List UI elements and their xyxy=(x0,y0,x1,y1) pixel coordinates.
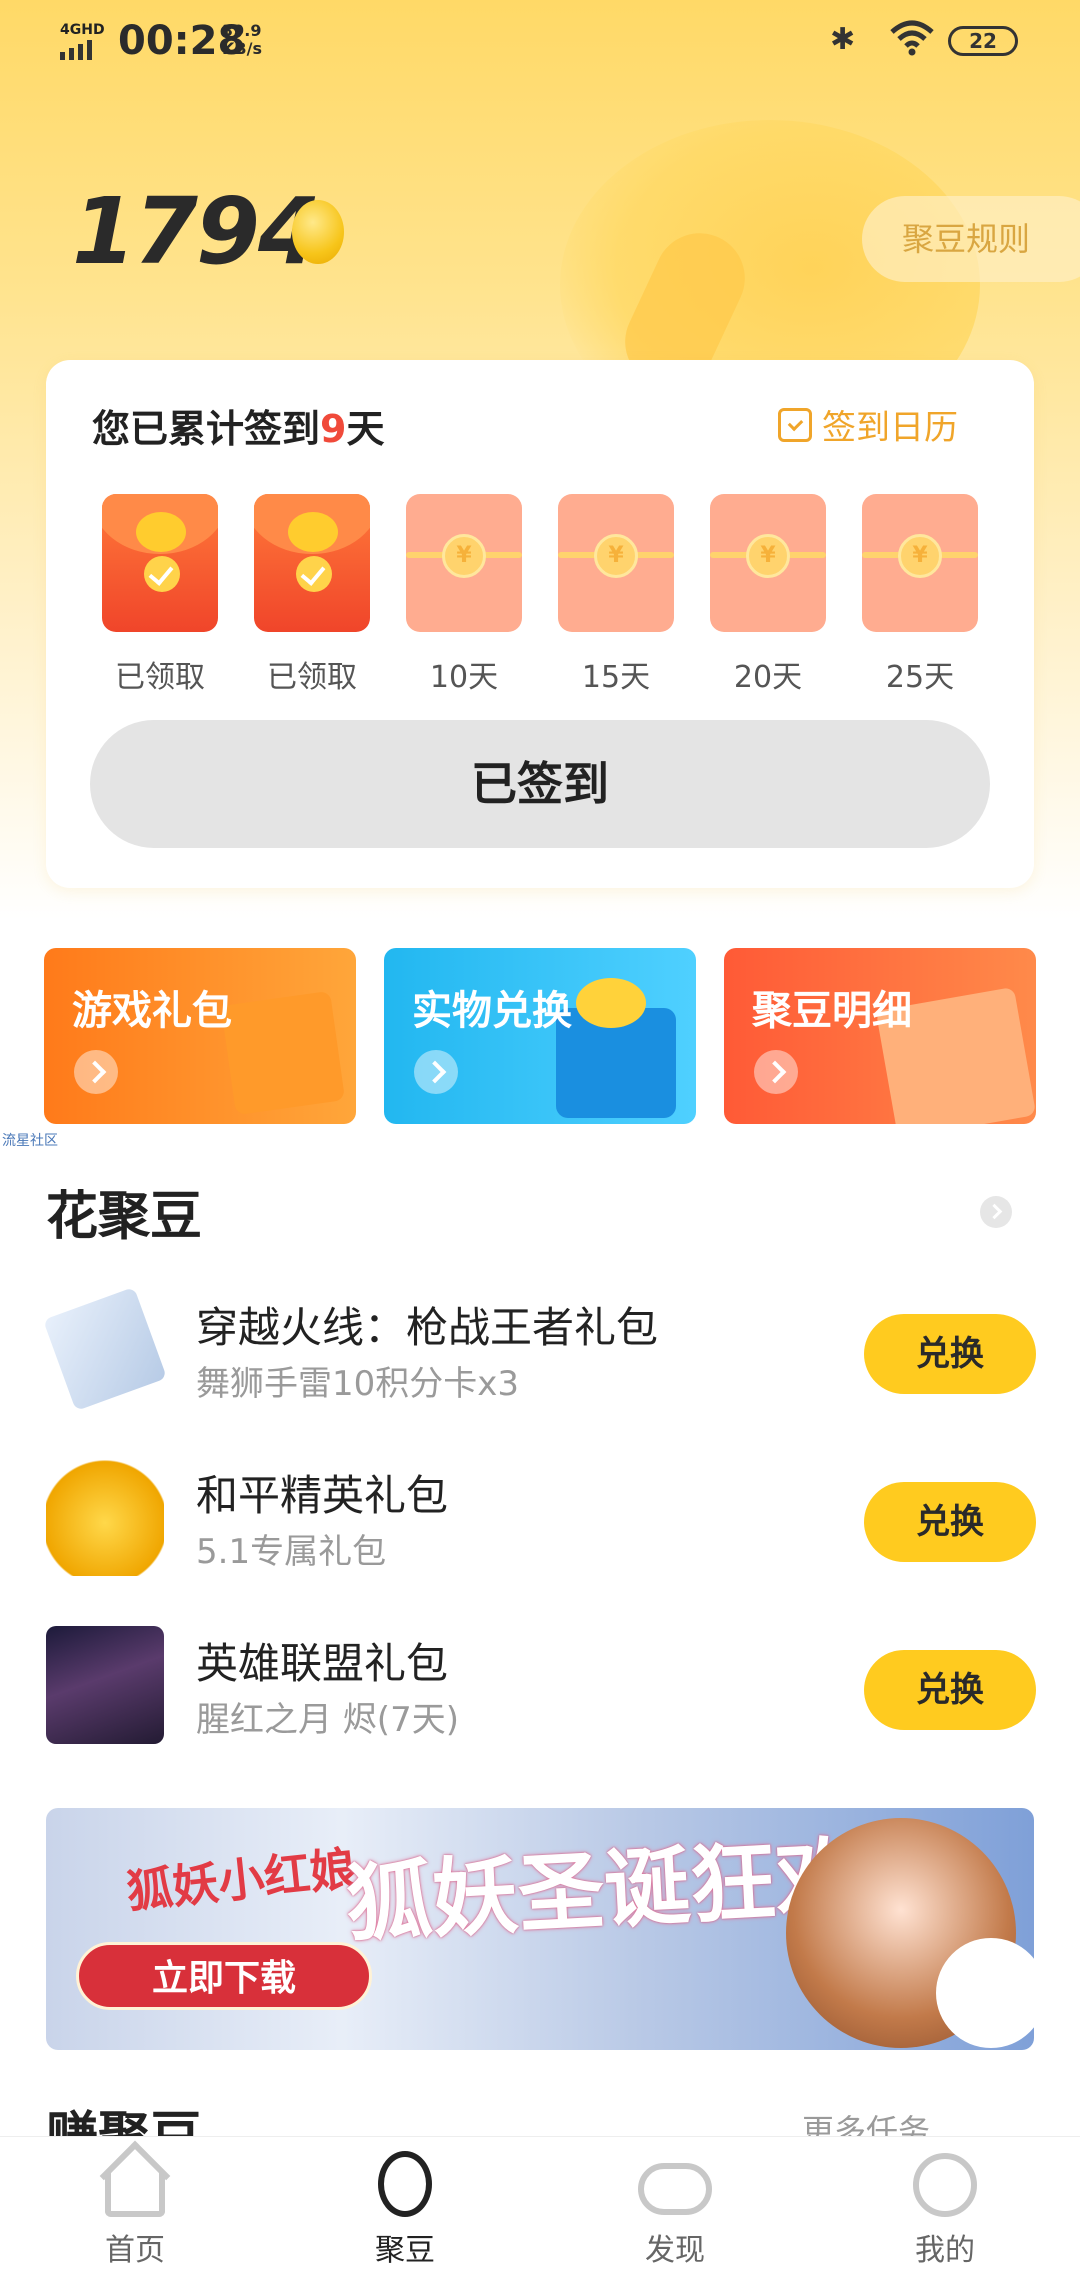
item-name: 穿越火线：枪战王者礼包 xyxy=(196,1303,659,1352)
reward-label: 已领取 xyxy=(115,660,205,695)
bean-icon xyxy=(378,2151,432,2217)
reward-envelope[interactable]: ¥ 20天 xyxy=(710,494,826,696)
quick-links: 游戏礼包 实物兑换 聚豆明细 xyxy=(44,948,1036,1124)
nav-profile[interactable]: 我的 xyxy=(810,2137,1080,2280)
nav-label: 发现 xyxy=(645,2233,705,2268)
item-desc: 腥红之月 烬(7天) xyxy=(196,1700,459,1740)
nav-beans[interactable]: 聚豆 xyxy=(270,2137,540,2280)
nav-label: 首页 xyxy=(105,2233,165,2268)
item-desc: 舞狮手雷10积分卡x3 xyxy=(196,1364,520,1404)
physical-exchange-card[interactable]: 实物兑换 xyxy=(384,948,696,1124)
calendar-link-label: 签到日历 xyxy=(822,408,958,448)
speed-unit: KB/s xyxy=(222,39,262,58)
bean-rules-button[interactable]: 聚豆规则 xyxy=(862,196,1080,282)
bluetooth-icon: ✱ xyxy=(830,22,856,57)
gift-box-icon xyxy=(220,990,346,1116)
pubg-gift-thumbnail xyxy=(46,1458,164,1576)
sign-in-card: 您已累计签到9天 签到日历 已领取 已领取 ¥ 10天 ¥ 15天 ¥ 20天 … xyxy=(46,360,1034,888)
sign-in-days: 9 xyxy=(320,407,347,451)
network-type: 4GHD xyxy=(60,22,105,38)
bean-pile-icon xyxy=(576,978,646,1028)
nav-home[interactable]: 首页 xyxy=(0,2137,270,2280)
gamepad-icon xyxy=(638,2163,712,2215)
quick-link-label: 游戏礼包 xyxy=(72,988,232,1034)
locked-envelope-icon: ¥ xyxy=(862,494,978,632)
signed-in-button[interactable]: 已签到 xyxy=(90,720,990,848)
speed-value: 39.9 xyxy=(222,21,262,40)
claimed-envelope-icon xyxy=(254,494,370,632)
exchange-button[interactable]: 兑换 xyxy=(864,1482,1036,1562)
reward-envelope[interactable]: ¥ 10天 xyxy=(406,494,522,696)
spend-section-title: 花聚豆 xyxy=(46,1187,203,1247)
arrow-right-icon xyxy=(74,1050,118,1094)
game-logo: 狐妖小红娘 xyxy=(124,1841,359,1919)
download-button[interactable]: 立即下载 xyxy=(76,1942,372,2010)
watermark: 流星社区 xyxy=(2,1133,58,1149)
bottom-navigation: 首页 聚豆 发现 我的 xyxy=(0,2136,1080,2280)
claimed-envelope-icon xyxy=(102,494,218,632)
reward-envelope[interactable]: ¥ 15天 xyxy=(558,494,674,696)
list-item[interactable]: 英雄联盟礼包 腥红之月 烬(7天) 兑换 xyxy=(46,1626,1036,1746)
nav-label: 我的 xyxy=(915,2233,975,2268)
quick-link-label: 实物兑换 xyxy=(412,988,572,1034)
locked-envelope-icon: ¥ xyxy=(558,494,674,632)
arrow-right-icon xyxy=(414,1050,458,1094)
nav-label: 聚豆 xyxy=(375,2233,435,2268)
cf-gift-thumbnail xyxy=(42,1286,168,1412)
home-icon xyxy=(105,2173,165,2217)
sign-in-calendar-link[interactable]: 签到日历 xyxy=(778,400,958,449)
reward-label: 20天 xyxy=(733,660,803,695)
chevron-right-icon[interactable] xyxy=(980,1196,1012,1228)
locked-envelope-icon: ¥ xyxy=(710,494,826,632)
item-name: 英雄联盟礼包 xyxy=(196,1639,449,1688)
quick-link-label: 聚豆明细 xyxy=(752,988,912,1034)
list-item[interactable]: 穿越火线：枪战王者礼包 舞狮手雷10积分卡x3 兑换 xyxy=(42,1286,1036,1412)
item-desc: 5.1专属礼包 xyxy=(196,1532,387,1572)
item-name: 和平精英礼包 xyxy=(196,1471,449,1520)
bean-coin-icon xyxy=(292,200,344,264)
nav-discover[interactable]: 发现 xyxy=(540,2137,810,2280)
reward-envelope[interactable]: ¥ 25天 xyxy=(862,494,978,696)
bean-balance: 1794 xyxy=(72,178,322,285)
profile-icon xyxy=(913,2153,977,2217)
lol-gift-thumbnail xyxy=(46,1626,164,1744)
locked-envelope-icon: ¥ xyxy=(406,494,522,632)
reward-label: 25天 xyxy=(885,660,955,695)
bean-details-card[interactable]: 聚豆明细 xyxy=(724,948,1036,1124)
battery-indicator: 22 xyxy=(948,26,1018,56)
reward-envelope[interactable]: 已领取 xyxy=(254,494,370,696)
promo-banner[interactable]: 狐妖小红娘 立即下载 狐妖圣诞狂欢日 xyxy=(46,1808,1034,2050)
signal-icon xyxy=(60,40,105,60)
status-bar: 4GHD 00:28 39.9 KB/s ✱ 22 xyxy=(0,0,1080,84)
reward-envelopes: 已领取 已领取 ¥ 10天 ¥ 15天 ¥ 20天 ¥ 25天 xyxy=(102,494,978,696)
reward-label: 已领取 xyxy=(267,660,357,695)
arrow-right-icon xyxy=(754,1050,798,1094)
network-speed: 39.9 KB/s xyxy=(222,22,262,58)
reward-label: 15天 xyxy=(581,660,651,695)
exchange-button[interactable]: 兑换 xyxy=(864,1314,1036,1394)
list-item[interactable]: 和平精英礼包 5.1专属礼包 兑换 xyxy=(46,1458,1036,1578)
calendar-check-icon xyxy=(778,407,812,442)
game-gift-card[interactable]: 游戏礼包 xyxy=(44,948,356,1124)
reward-label: 10天 xyxy=(429,660,499,695)
sign-in-summary: 您已累计签到9天 xyxy=(92,398,384,453)
summary-suffix: 天 xyxy=(346,407,385,451)
network-indicator: 4GHD xyxy=(60,22,105,60)
reward-envelope[interactable]: 已领取 xyxy=(102,494,218,696)
wifi-icon xyxy=(888,18,936,58)
summary-prefix: 您已累计签到 xyxy=(92,407,321,451)
exchange-button[interactable]: 兑换 xyxy=(864,1650,1036,1730)
